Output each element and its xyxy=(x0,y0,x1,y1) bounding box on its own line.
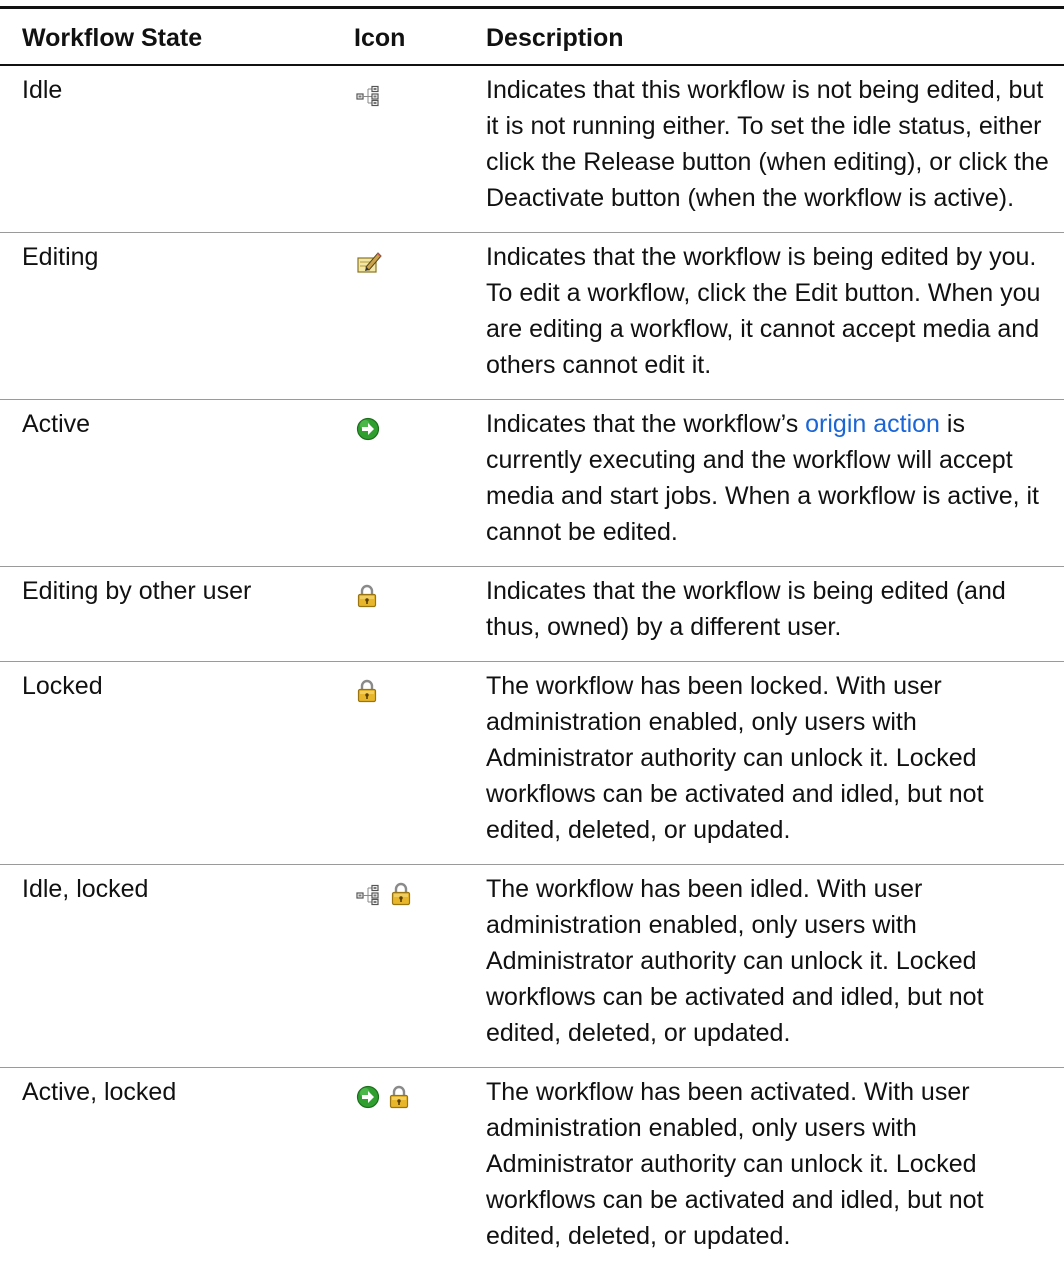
padlock-icon xyxy=(356,582,378,618)
header-icon: Icon xyxy=(340,8,468,66)
header-description: Description xyxy=(468,8,1064,66)
icon-cell xyxy=(340,662,468,865)
state-cell: Active xyxy=(0,400,340,567)
workflow-idle-icon xyxy=(356,880,382,916)
description-cell: Indicates that the workflow’s origin act… xyxy=(468,400,1064,567)
icon-cell xyxy=(340,400,468,567)
table-row: Locked The workflow has been locked. Wit… xyxy=(0,662,1064,865)
table-body: Idle Indicates that this workflow is not… xyxy=(0,65,1064,1270)
icon-cell xyxy=(340,865,468,1068)
table-header: Workflow State Icon Description xyxy=(0,8,1064,66)
green-arrow-icon xyxy=(356,1083,380,1119)
description-cell: Indicates that the workflow is being edi… xyxy=(468,233,1064,400)
icon-cell xyxy=(340,1068,468,1270)
icon-cell xyxy=(340,233,468,400)
icon-cell xyxy=(340,567,468,662)
table-row: Active, locked The workflow has been act… xyxy=(0,1068,1064,1270)
workflow-states-table: Workflow State Icon Description Idle Ind… xyxy=(0,6,1064,1270)
padlock-icon xyxy=(356,677,378,713)
origin-action-link[interactable]: origin action xyxy=(805,410,940,438)
workflow-idle-icon xyxy=(356,81,382,117)
description-cell: The workflow has been idled. With user a… xyxy=(468,865,1064,1068)
header-workflow-state: Workflow State xyxy=(0,8,340,66)
state-cell: Active, locked xyxy=(0,1068,340,1270)
state-cell: Idle, locked xyxy=(0,865,340,1068)
description-cell: Indicates that the workflow is being edi… xyxy=(468,567,1064,662)
icon-cell xyxy=(340,65,468,233)
state-cell: Locked xyxy=(0,662,340,865)
edit-pencil-icon xyxy=(356,248,382,284)
table-row: Idle, locked The workflow has been idled… xyxy=(0,865,1064,1068)
page: Workflow State Icon Description Idle Ind… xyxy=(0,0,1064,1261)
table-row: Editing by other user Indicates that the… xyxy=(0,567,1064,662)
description-text: Indicates that the workflow’s xyxy=(486,410,805,438)
description-cell: The workflow has been locked. With user … xyxy=(468,662,1064,865)
header-row: Workflow State Icon Description xyxy=(0,8,1064,66)
green-arrow-icon xyxy=(356,415,380,451)
table-row: Editing Indicates that the workflow is b… xyxy=(0,233,1064,400)
state-cell: Editing xyxy=(0,233,340,400)
state-cell: Idle xyxy=(0,65,340,233)
description-cell: The workflow has been activated. With us… xyxy=(468,1068,1064,1270)
padlock-icon xyxy=(388,1083,410,1119)
padlock-icon xyxy=(390,880,412,916)
table-row: Active Indicates that the workflow’s ori… xyxy=(0,400,1064,567)
state-cell: Editing by other user xyxy=(0,567,340,662)
table-row: Idle Indicates that this workflow is not… xyxy=(0,65,1064,233)
description-cell: Indicates that this workflow is not bein… xyxy=(468,65,1064,233)
